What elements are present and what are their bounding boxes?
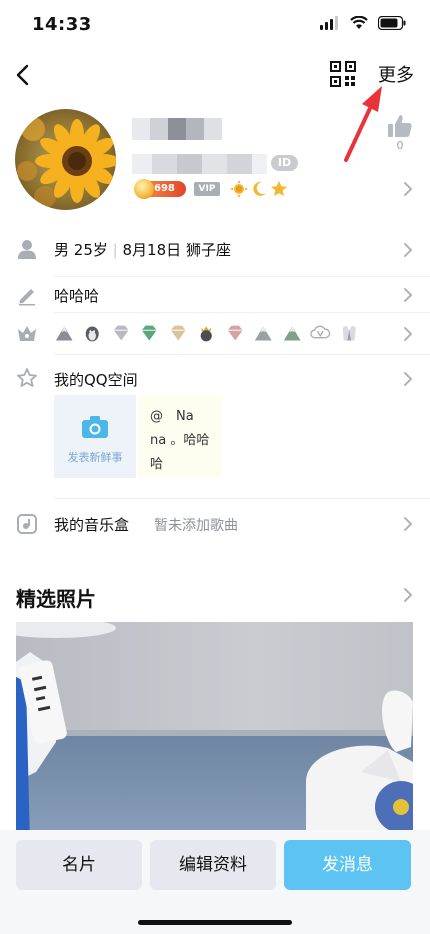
like-count: 0	[396, 139, 404, 152]
mountain-green-badge-icon	[283, 326, 301, 341]
post-line: na 。哈哈	[150, 433, 210, 448]
qzone-post-text: @ Na na 。哈哈 哈	[150, 405, 220, 477]
edit-profile-button[interactable]: 编辑资料	[150, 840, 276, 890]
coin-icon	[134, 179, 154, 199]
card-button[interactable]: 名片	[16, 840, 142, 890]
divider	[54, 354, 430, 355]
id-badge: ID	[271, 155, 298, 171]
red-arrow-annotation	[344, 86, 382, 162]
like-button[interactable]	[386, 112, 414, 140]
chevron-right-icon[interactable]	[402, 326, 414, 342]
vip-badge[interactable]: VIP	[194, 182, 220, 196]
featured-photo-image	[16, 622, 413, 844]
status-icons	[320, 16, 406, 30]
home-indicator[interactable]	[138, 920, 292, 925]
age-text: 25岁	[73, 241, 108, 259]
qzone-title[interactable]: 我的QQ空间	[54, 369, 138, 390]
featured-photos-title: 精选照片	[16, 587, 96, 611]
chevron-right-icon[interactable]	[402, 371, 414, 387]
pink-diamond-badge-icon	[227, 325, 243, 341]
back-button[interactable]	[12, 62, 36, 88]
basic-info[interactable]: 男 25岁 | 8月18日 狮子座	[54, 239, 231, 260]
music-box-icon	[16, 513, 38, 535]
signature-text[interactable]: 哈哈哈	[54, 285, 99, 306]
music-empty-text: 暂未添加歌曲	[154, 518, 238, 534]
cloud-v-badge-icon	[310, 325, 331, 339]
camera-icon	[82, 416, 108, 438]
music-title[interactable]: 我的音乐盒	[54, 514, 129, 535]
chevron-right-icon[interactable]	[402, 516, 414, 532]
sun-level-icon	[230, 180, 248, 198]
avatar[interactable]	[15, 109, 116, 210]
divider	[54, 498, 430, 499]
moon-level-icon	[253, 181, 266, 196]
divider	[54, 276, 430, 277]
signal-icon	[320, 16, 338, 30]
status-time: 14:33	[32, 14, 92, 35]
chevron-left-icon	[16, 64, 29, 86]
account-blurred	[132, 154, 267, 174]
mountain-badge-icon	[55, 326, 73, 341]
mountain-gray-badge-icon	[255, 326, 272, 341]
penguin-badge-icon	[86, 326, 100, 342]
star-level-icon	[271, 181, 287, 196]
crown-icon	[16, 322, 38, 344]
star-outline-icon	[16, 367, 38, 389]
post-new-label: 发表新鲜事	[67, 451, 123, 464]
sunflower-avatar-image	[15, 109, 116, 210]
pencil-icon	[16, 284, 38, 306]
post-line: @ Na	[150, 409, 194, 424]
chevron-right-icon[interactable]	[402, 287, 414, 303]
suit-badge-icon	[342, 325, 356, 341]
post-line: 哈	[150, 457, 164, 472]
chevron-right-icon[interactable]	[402, 242, 414, 258]
featured-photo[interactable]	[16, 622, 413, 844]
zodiac-text: 狮子座	[185, 241, 231, 259]
separator: |	[112, 241, 118, 259]
birthday-text: 8月18日	[122, 241, 182, 259]
gold-diamond-badge-icon	[170, 325, 186, 341]
divider	[54, 312, 430, 313]
badge-list[interactable]	[54, 322, 359, 344]
nickname-blurred	[132, 118, 222, 140]
gender-text: 男	[54, 241, 70, 259]
send-message-button[interactable]: 发消息	[284, 840, 411, 890]
chevron-right-icon[interactable]	[402, 181, 414, 197]
person-icon	[16, 238, 38, 260]
diamond-badge-icon	[113, 325, 129, 341]
crown-penguin-badge-icon	[200, 326, 213, 342]
wifi-icon	[350, 16, 368, 29]
thumbs-up-icon	[388, 115, 412, 137]
chevron-right-icon[interactable]	[402, 587, 414, 603]
battery-icon	[378, 16, 406, 30]
green-diamond-badge-icon	[142, 325, 158, 341]
